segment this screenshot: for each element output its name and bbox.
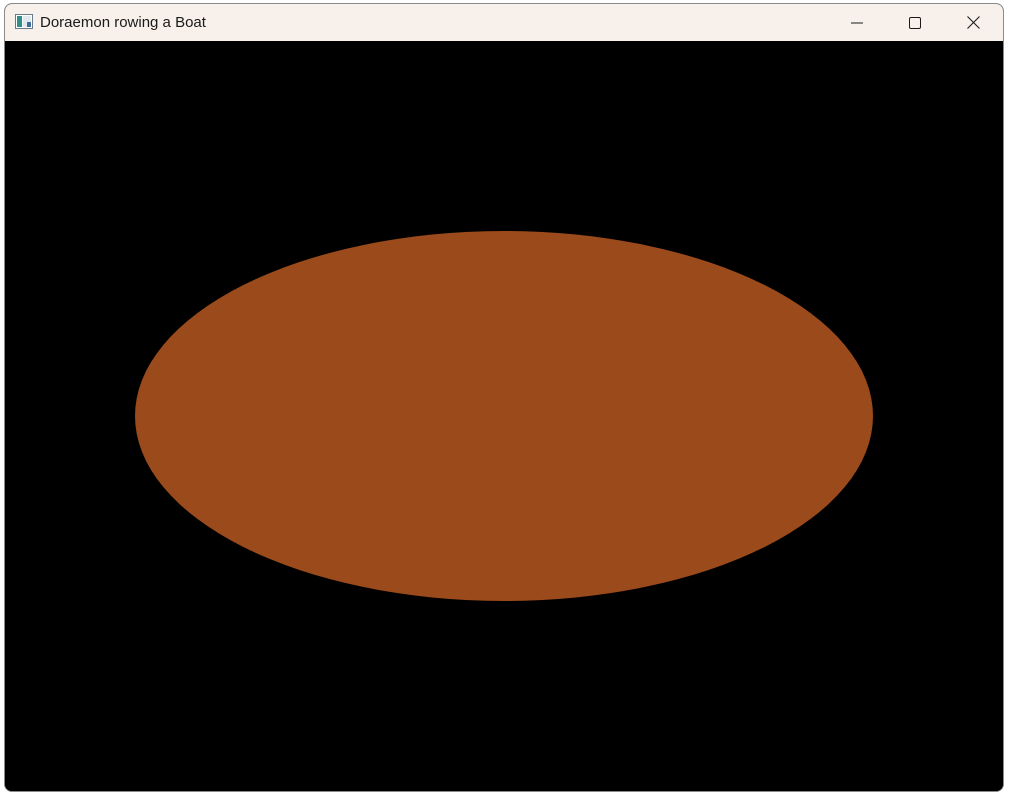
window-title: Doraemon rowing a Boat bbox=[40, 14, 206, 31]
drawing-canvas[interactable] bbox=[5, 41, 1003, 791]
minimize-button[interactable] bbox=[828, 4, 886, 41]
close-icon bbox=[966, 16, 980, 29]
app-window: Doraemon rowing a Boat bbox=[4, 3, 1004, 792]
maximize-icon bbox=[909, 16, 921, 29]
app-window-icon bbox=[15, 14, 33, 29]
scene-svg bbox=[5, 41, 1003, 791]
boat-ellipse bbox=[135, 231, 873, 601]
maximize-button[interactable] bbox=[886, 4, 944, 41]
title-bar[interactable]: Doraemon rowing a Boat bbox=[5, 4, 1003, 41]
minimize-icon bbox=[851, 17, 863, 29]
close-button[interactable] bbox=[944, 4, 1002, 41]
